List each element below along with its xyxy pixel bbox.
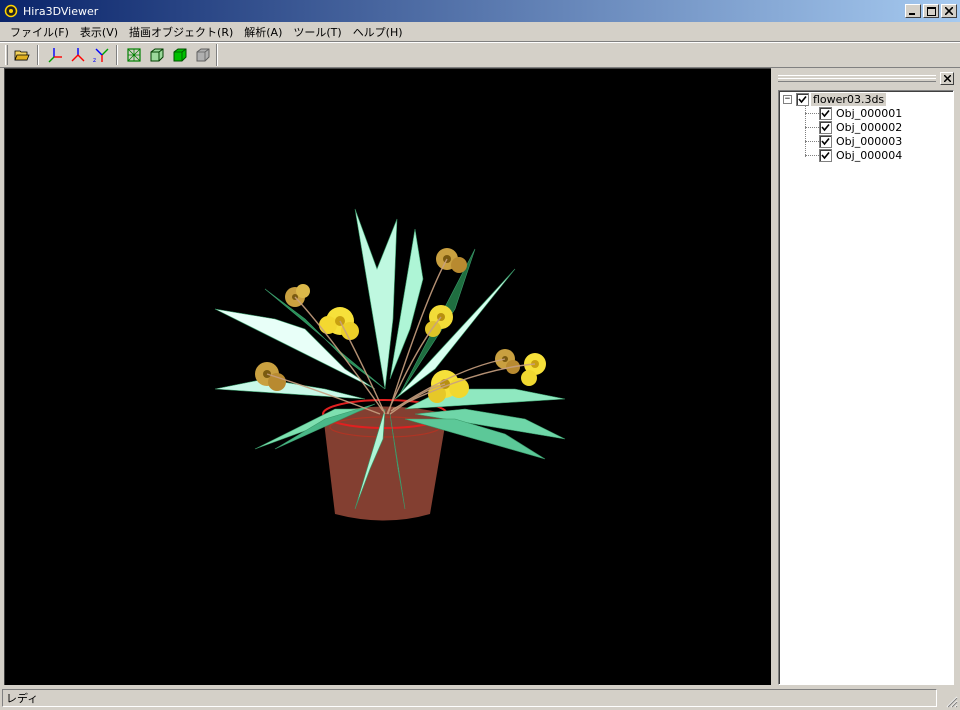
object-tree[interactable]: − flower03.3ds Obj_000001 Obj_000002 Obj… bbox=[778, 90, 954, 685]
box-outline-icon bbox=[150, 48, 163, 62]
tree-connector bbox=[805, 113, 819, 114]
solid-cube-button[interactable] bbox=[168, 44, 191, 66]
tree-item-label[interactable]: Obj_000002 bbox=[834, 121, 904, 134]
collapse-toggle[interactable]: − bbox=[783, 94, 792, 104]
checkmark-icon bbox=[821, 123, 830, 131]
toolbar: z bbox=[0, 43, 960, 67]
close-icon bbox=[945, 7, 953, 15]
status-text: レディ bbox=[2, 689, 937, 707]
toolbar-end-divider bbox=[216, 44, 218, 66]
tree-item-label[interactable]: Obj_000004 bbox=[834, 149, 904, 162]
tree-item-label[interactable]: Obj_000003 bbox=[834, 135, 904, 148]
gray-cube-button[interactable] bbox=[191, 44, 214, 66]
checkmark-icon bbox=[821, 151, 830, 159]
axis-yz-button[interactable] bbox=[66, 44, 89, 66]
window-title: Hira3DViewer bbox=[23, 4, 99, 18]
checkmark-icon bbox=[821, 109, 830, 117]
resize-grip-icon[interactable] bbox=[944, 694, 958, 708]
panel-close-button[interactable] bbox=[940, 72, 954, 85]
app-icon bbox=[4, 4, 18, 18]
object-tree-panel: − flower03.3ds Obj_000001 Obj_000002 Obj… bbox=[775, 68, 958, 685]
tree-item-label[interactable]: Obj_000001 bbox=[834, 107, 904, 120]
tree-item-obj-000004[interactable]: Obj_000004 bbox=[819, 148, 904, 162]
obj-checkbox[interactable] bbox=[819, 120, 832, 134]
obj-checkbox[interactable] bbox=[819, 148, 832, 162]
status-bar: レディ bbox=[0, 687, 960, 710]
panel-header[interactable] bbox=[775, 72, 958, 86]
tree-connector bbox=[805, 141, 819, 142]
menu-analysis[interactable]: 解析(A) bbox=[240, 24, 289, 40]
tree-connector bbox=[805, 155, 819, 156]
menu-view[interactable]: 表示(V) bbox=[76, 24, 125, 40]
tree-item-obj-000002[interactable]: Obj_000002 bbox=[819, 120, 904, 134]
panel-grip[interactable] bbox=[778, 75, 936, 82]
gray-cube-icon bbox=[196, 48, 209, 62]
axis-yz-icon bbox=[71, 48, 84, 62]
close-button[interactable] bbox=[941, 4, 957, 18]
tree-root-node[interactable]: − flower03.3ds bbox=[783, 92, 887, 106]
tree-connector bbox=[805, 127, 819, 128]
maximize-icon bbox=[926, 6, 936, 16]
root-checkbox[interactable] bbox=[796, 92, 809, 106]
tree-root-label[interactable]: flower03.3ds bbox=[811, 92, 887, 106]
open-file-button[interactable] bbox=[10, 44, 33, 66]
minimize-icon bbox=[909, 13, 915, 15]
obj-checkbox[interactable] bbox=[819, 106, 832, 120]
box-outline-button[interactable] bbox=[145, 44, 168, 66]
menu-tools[interactable]: ツール(T) bbox=[289, 24, 348, 40]
axis-xyz-icon bbox=[48, 48, 62, 63]
axis-xyz-button[interactable] bbox=[43, 44, 66, 66]
toolbar-separator bbox=[37, 45, 39, 65]
svg-text:z: z bbox=[93, 57, 96, 63]
toolbar-grip[interactable] bbox=[5, 45, 8, 65]
menu-render-object[interactable]: 描画オブジェクト(R) bbox=[125, 24, 240, 40]
wireframe-icon bbox=[126, 48, 141, 62]
axis-zx-button[interactable]: z bbox=[89, 44, 112, 66]
3d-viewport[interactable] bbox=[4, 68, 771, 685]
menu-help[interactable]: ヘルプ(H) bbox=[349, 24, 410, 40]
wireframe-button[interactable] bbox=[122, 44, 145, 66]
open-folder-icon bbox=[13, 50, 30, 61]
menu-bar: ファイル(F) 表示(V) 描画オブジェクト(R) 解析(A) ツール(T) ヘ… bbox=[0, 22, 960, 41]
axis-zx-icon: z bbox=[93, 48, 108, 63]
minimize-button[interactable] bbox=[905, 4, 921, 18]
close-icon bbox=[943, 75, 951, 82]
obj-checkbox[interactable] bbox=[819, 134, 832, 148]
maximize-button[interactable] bbox=[923, 4, 939, 18]
solid-cube-icon bbox=[173, 48, 186, 62]
flower-pot-render bbox=[214, 208, 566, 521]
checkmark-icon bbox=[821, 137, 830, 145]
tree-item-obj-000003[interactable]: Obj_000003 bbox=[819, 134, 904, 148]
tree-item-obj-000001[interactable]: Obj_000001 bbox=[819, 106, 904, 120]
menu-file[interactable]: ファイル(F) bbox=[6, 24, 76, 40]
checkmark-icon bbox=[798, 95, 807, 103]
title-bar[interactable]: Hira3DViewer bbox=[0, 0, 960, 22]
toolbar-separator bbox=[116, 45, 118, 65]
